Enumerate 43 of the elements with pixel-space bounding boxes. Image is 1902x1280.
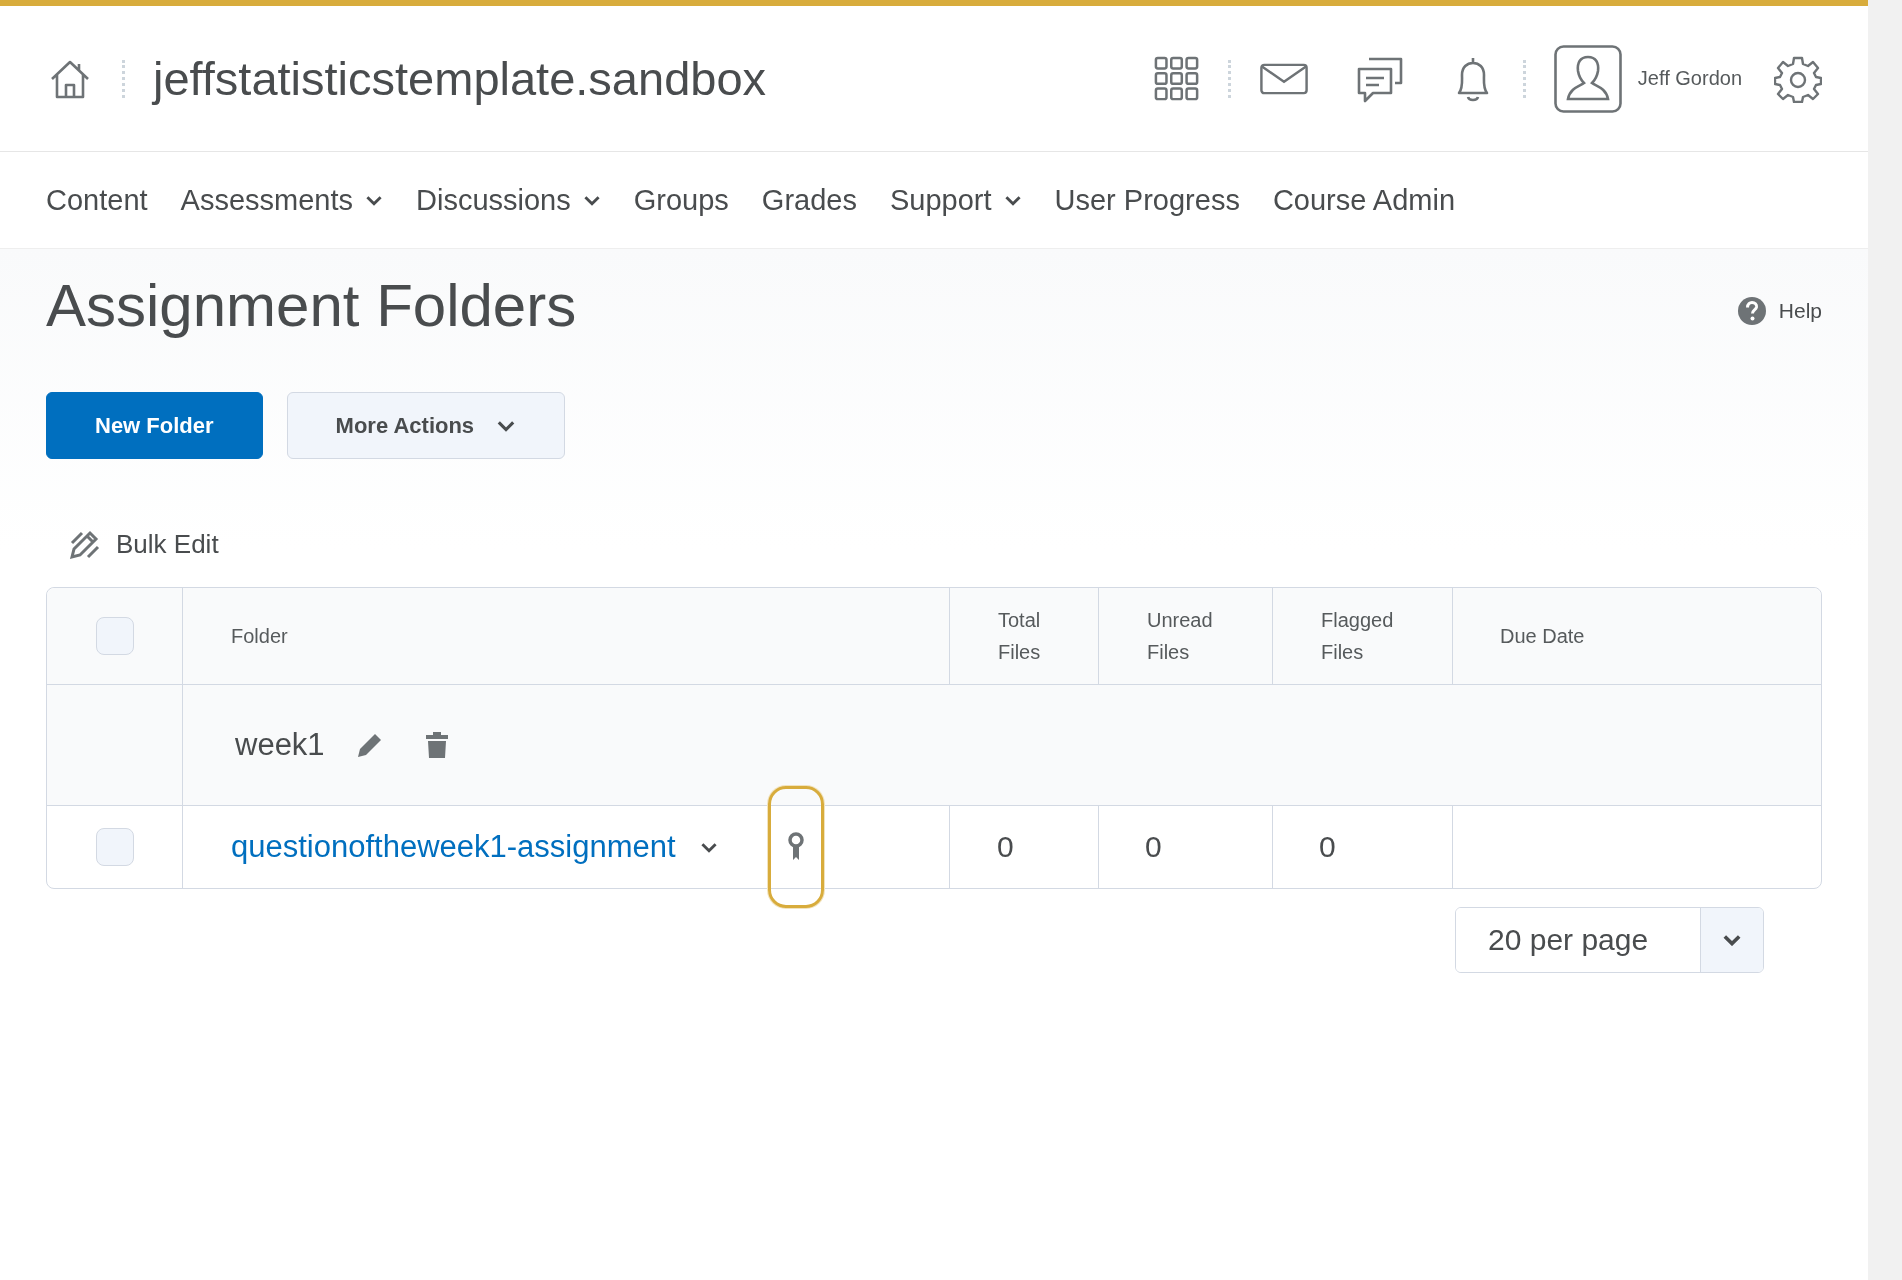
chevron-down-icon <box>496 419 517 432</box>
page-title: Assignment Folders <box>46 271 577 340</box>
category-name: week1 <box>235 727 325 763</box>
user-name[interactable]: Jeff Gordon <box>1637 67 1742 90</box>
avatar-icon[interactable] <box>1553 44 1622 113</box>
nav-link[interactable]: Content <box>46 183 148 217</box>
chevron-down-icon <box>1003 194 1022 206</box>
nav-link[interactable]: Assessments <box>180 183 384 217</box>
row-checkbox[interactable] <box>95 828 134 866</box>
mail-icon[interactable] <box>1258 62 1309 95</box>
table-cell: 0 <box>1145 830 1162 864</box>
select-all-checkbox[interactable] <box>95 617 134 655</box>
per-page-select[interactable]: 20 per page <box>1455 907 1764 973</box>
chevron-down-icon[interactable] <box>699 841 718 853</box>
chevron-down-icon <box>1722 934 1742 946</box>
nav-link[interactable]: Grades <box>761 183 857 217</box>
bulk-edit-button[interactable]: Bulk Edit <box>68 527 219 561</box>
nav-link[interactable]: Support <box>889 183 1022 217</box>
more-actions-button[interactable]: More Actions <box>286 392 566 459</box>
chevron-down-icon <box>582 194 601 206</box>
help-icon <box>1736 296 1767 326</box>
column-header: Due Date <box>1500 624 1585 649</box>
nav-link[interactable]: Course Admin <box>1272 183 1456 217</box>
column-header: Folder <box>231 624 288 649</box>
scrollbar[interactable] <box>1868 0 1902 1280</box>
apps-grid-icon[interactable] <box>1153 55 1200 102</box>
column-header: Total Files <box>998 608 1042 665</box>
badge-button[interactable] <box>767 786 824 908</box>
table-cell: 0 <box>997 830 1014 864</box>
help-link[interactable]: Help <box>1736 296 1822 326</box>
new-folder-button[interactable]: New Folder <box>46 392 263 459</box>
nav-link[interactable]: User Progress <box>1054 183 1240 217</box>
nav-link[interactable]: Groups <box>633 183 729 217</box>
assignment-link[interactable]: questionoftheweek1-assignment <box>231 829 676 865</box>
chevron-down-icon <box>365 194 384 206</box>
table-cell: 0 <box>1319 830 1336 864</box>
nav-link[interactable]: Discussions <box>416 183 601 217</box>
award-ribbon-icon <box>787 832 804 862</box>
column-header: Flagged Files <box>1321 608 1395 665</box>
column-header: Unread Files <box>1147 608 1214 665</box>
site-title[interactable]: jeffstatisticstemplate.sandbox <box>153 51 767 106</box>
trash-icon[interactable] <box>424 730 449 760</box>
settings-icon[interactable] <box>1774 54 1822 103</box>
